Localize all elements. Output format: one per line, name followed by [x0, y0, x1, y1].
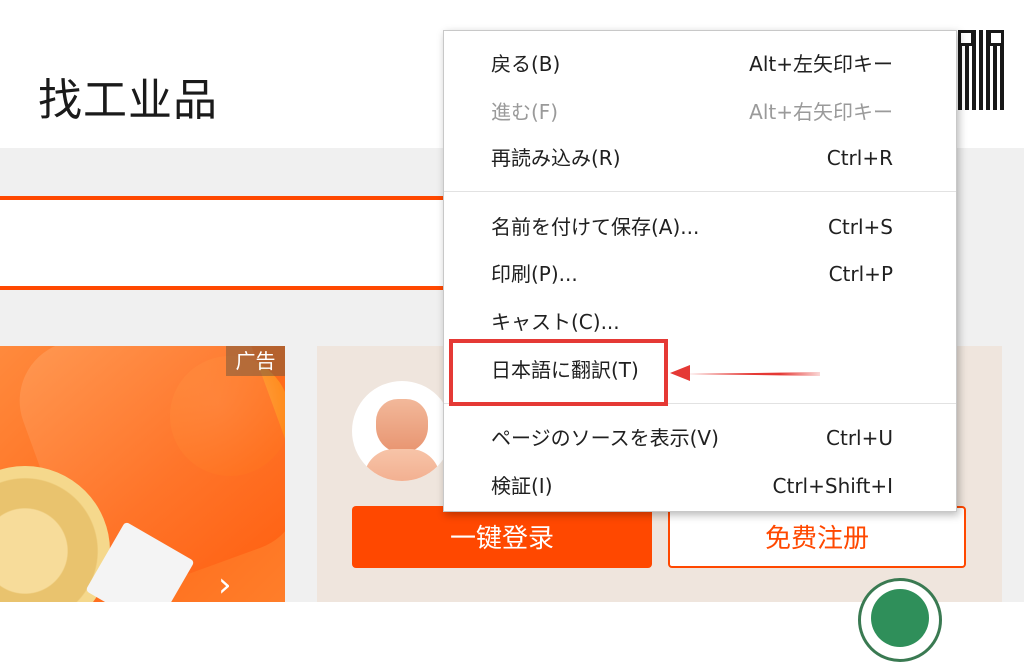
arrow-left-icon — [670, 365, 690, 381]
menu-item-inspect[interactable]: 検証(I) Ctrl+Shift+I — [444, 464, 956, 508]
menu-item-shortcut: Alt+右矢印キー — [749, 100, 893, 124]
avatar — [352, 381, 452, 481]
menu-item-shortcut: Ctrl+R — [826, 146, 893, 170]
search-input[interactable] — [0, 196, 460, 290]
menu-item-shortcut: Ctrl+U — [826, 426, 893, 450]
menu-item-shortcut: Ctrl+Shift+I — [772, 474, 893, 498]
menu-item-shortcut: Ctrl+P — [828, 262, 893, 286]
quick-login-button[interactable]: 一键登录 — [352, 506, 652, 568]
avatar-body — [364, 449, 440, 481]
menu-item-shortcut: Alt+左矢印キー — [749, 52, 893, 76]
menu-item-shortcut: Ctrl+S — [827, 215, 893, 239]
menu-item-label: 戻る(B) — [491, 52, 561, 76]
menu-item-label: 印刷(P)... — [491, 262, 578, 286]
floating-widget-icon[interactable] — [858, 578, 942, 662]
free-register-button[interactable]: 免费注册 — [668, 506, 966, 568]
menu-item-label: 名前を付けて保存(A)... — [491, 215, 700, 239]
menu-item-view-source[interactable]: ページのソースを表示(V) Ctrl+U — [444, 416, 956, 460]
menu-item-save-as[interactable]: 名前を付けて保存(A)... Ctrl+S — [444, 205, 956, 249]
menu-item-forward: 進む(F) Alt+右矢印キー — [444, 90, 956, 134]
ad-label: 广告 — [226, 346, 285, 376]
menu-item-cast[interactable]: キャスト(C)... — [444, 300, 956, 344]
avatar-head — [376, 399, 428, 453]
menu-item-label: 検証(I) — [491, 474, 553, 498]
menu-item-print[interactable]: 印刷(P)... Ctrl+P — [444, 252, 956, 296]
menu-item-reload[interactable]: 再読み込み(R) Ctrl+R — [444, 136, 956, 180]
chevron-right-icon[interactable]: › — [218, 568, 232, 602]
menu-item-label: キャスト(C)... — [491, 310, 620, 334]
menu-item-back[interactable]: 戻る(B) Alt+左矢印キー — [444, 42, 956, 86]
menu-item-label: 再読み込み(R) — [491, 146, 621, 170]
ad-banner[interactable] — [0, 346, 285, 602]
context-menu: 戻る(B) Alt+左矢印キー 進む(F) Alt+右矢印キー 再読み込み(R)… — [443, 30, 957, 512]
qr-code-icon — [958, 30, 1004, 110]
menu-separator — [444, 191, 956, 192]
menu-item-label: 進む(F) — [491, 100, 559, 124]
site-title[interactable]: 找工业品 — [38, 64, 218, 128]
menu-item-label: ページのソースを表示(V) — [491, 426, 719, 450]
highlight-box — [449, 339, 668, 406]
